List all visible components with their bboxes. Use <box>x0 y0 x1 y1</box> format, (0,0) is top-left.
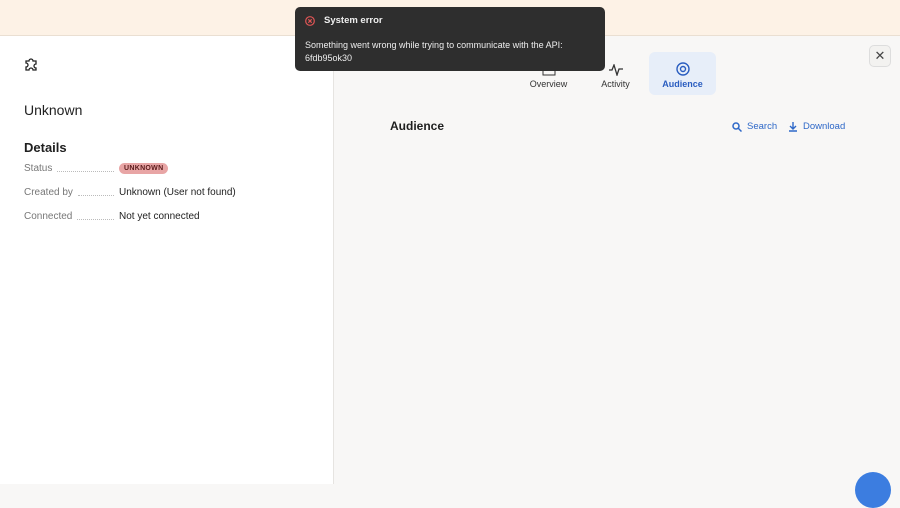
tab-label: Audience <box>662 79 703 89</box>
item-name: Unknown <box>24 102 83 118</box>
section-title: Audience <box>390 119 445 133</box>
row-value: Not yet connected <box>119 211 200 222</box>
toast-title: System error <box>324 15 383 26</box>
detail-row-created-by: Created by Unknown (User not found) <box>24 187 236 198</box>
tab-audience[interactable]: Audience <box>649 52 716 95</box>
detail-row-status: Status UNKNOWN <box>24 163 169 174</box>
error-icon <box>305 15 315 26</box>
search-label: Search <box>747 121 778 132</box>
tab-label: Overview <box>529 79 568 89</box>
toast-message: Something went wrong while trying to com… <box>305 40 563 50</box>
puzzle-icon <box>25 58 37 71</box>
details-heading: Details <box>24 140 67 155</box>
error-toast: System error Something went wrong while … <box>295 7 605 71</box>
detail-sidebar: Unknown Details Status UNKNOWN Created by… <box>0 36 334 484</box>
status-badge: UNKNOWN <box>119 163 169 174</box>
toast-error-code: 6fdb95ok30 <box>305 53 353 63</box>
search-icon <box>732 121 742 132</box>
close-button[interactable]: ✕ <box>869 45 891 67</box>
chat-button[interactable] <box>855 472 891 508</box>
row-value: Unknown (User not found) <box>119 187 236 198</box>
target-icon <box>675 62 690 76</box>
download-label: Download <box>803 121 846 132</box>
download-icon <box>789 121 797 132</box>
activity-icon <box>608 64 623 76</box>
download-button[interactable]: Download <box>788 121 845 132</box>
search-button[interactable]: Search <box>732 121 777 132</box>
row-label: Created by <box>24 187 73 198</box>
row-label: Connected <box>24 211 73 222</box>
row-label: Status <box>24 163 53 174</box>
tab-label: Activity <box>601 79 630 89</box>
detail-row-connected: Connected Not yet connected <box>24 211 200 222</box>
close-icon: ✕ <box>874 48 886 63</box>
